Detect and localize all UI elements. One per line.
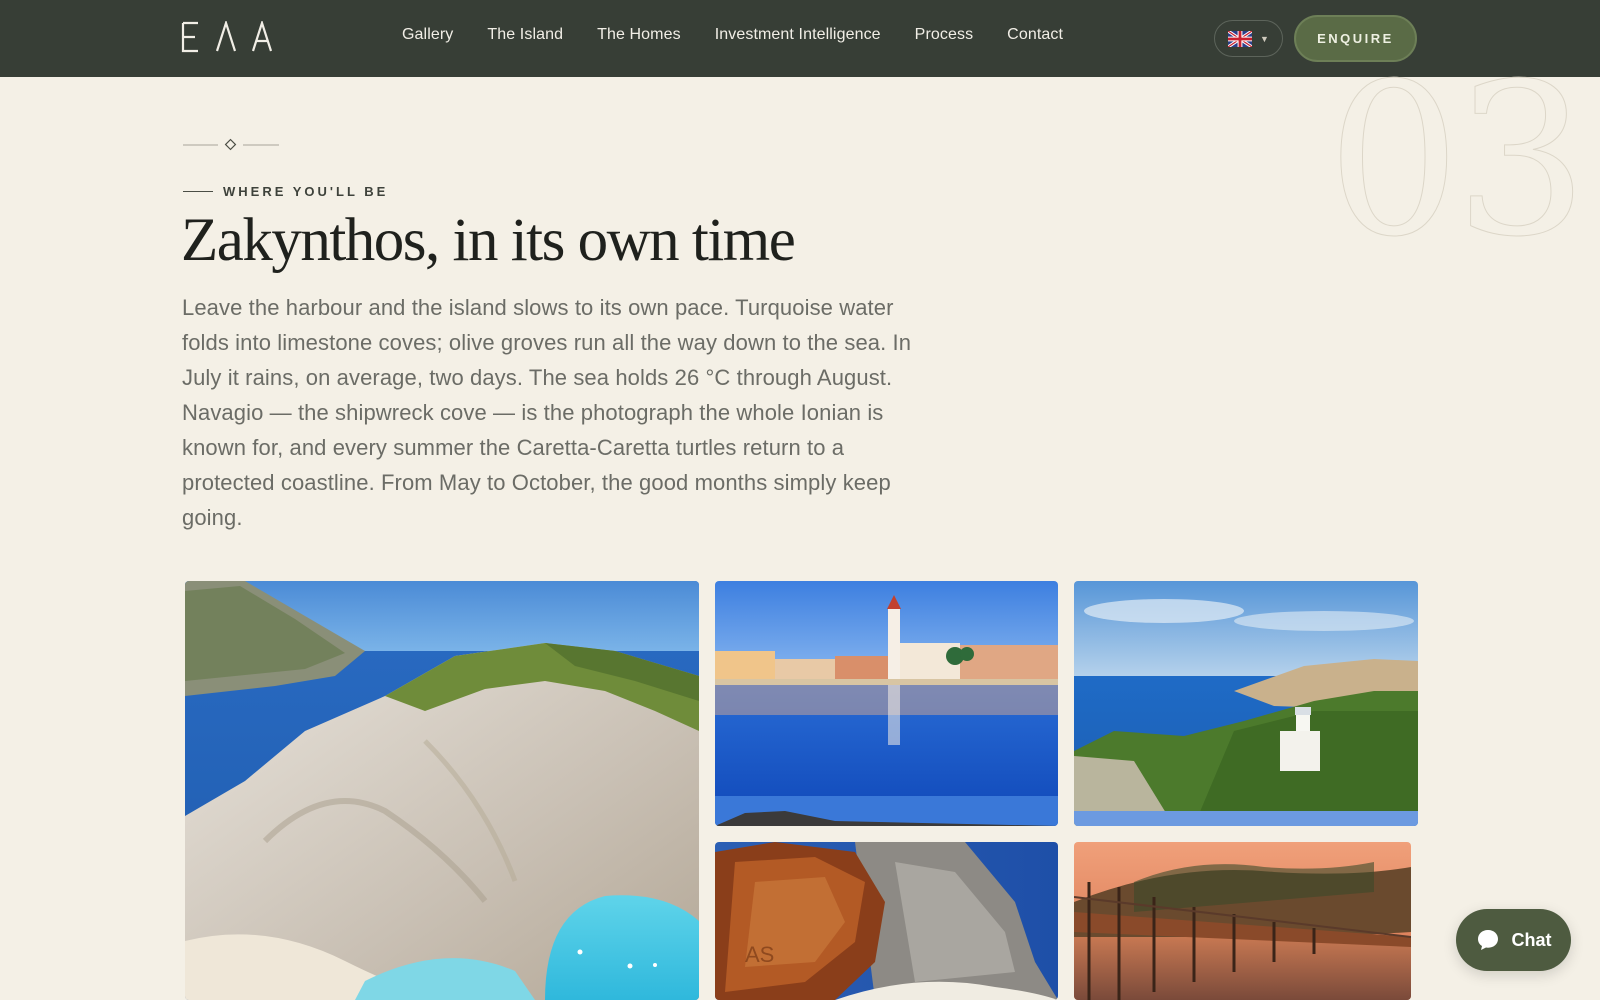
navagio-cliffs-photo[interactable] (185, 581, 699, 1000)
nav-link-contact[interactable]: Contact (1007, 26, 1063, 44)
harbour-bell-tower-photo[interactable] (715, 581, 1058, 826)
navagio-cliffs-image (185, 581, 699, 1000)
section-number: 03 (1326, 38, 1588, 283)
sunset-pier-photo[interactable] (1074, 842, 1411, 1000)
chat-button[interactable]: Chat (1456, 909, 1571, 971)
logo[interactable]: Ε (181, 20, 273, 54)
section-eyebrow: WHERE YOU'LL BE (183, 184, 388, 199)
nav-link-investment-intelligence[interactable]: Investment Intelligence (715, 26, 881, 44)
nav-link-the-island[interactable]: The Island (487, 26, 563, 44)
uk-flag-icon (1228, 30, 1253, 47)
eyebrow-text: WHERE YOU'LL BE (223, 184, 389, 199)
chat-label: Chat (1511, 929, 1552, 950)
svg-text:AS: AS (745, 942, 774, 967)
eyebrow-divider (183, 191, 213, 192)
shipwreck-image: AS (715, 842, 1058, 1000)
chevron-down-icon: ▼ (1260, 33, 1269, 44)
nav-links: Gallery The Island The Homes Investment … (402, 26, 1097, 44)
diamond-ornament-icon (183, 138, 279, 151)
nav-link-process[interactable]: Process (915, 26, 974, 44)
nav-link-gallery[interactable]: Gallery (402, 26, 453, 44)
harbour-image (715, 581, 1058, 826)
section-title: Zakynthos, in its own time (181, 207, 796, 274)
sunset-pier-image (1074, 842, 1411, 1000)
lighthouse-image (1074, 581, 1418, 826)
chat-bubble-icon (1477, 930, 1498, 950)
lighthouse-coast-photo[interactable] (1074, 581, 1418, 826)
nav-link-the-homes[interactable]: The Homes (597, 26, 681, 44)
language-selector[interactable]: ▼ (1214, 20, 1283, 57)
section-body: Leave the harbour and the island slows t… (182, 295, 912, 530)
logo-mark-icon (181, 21, 273, 53)
shipwreck-photo[interactable]: AS (715, 842, 1058, 1000)
